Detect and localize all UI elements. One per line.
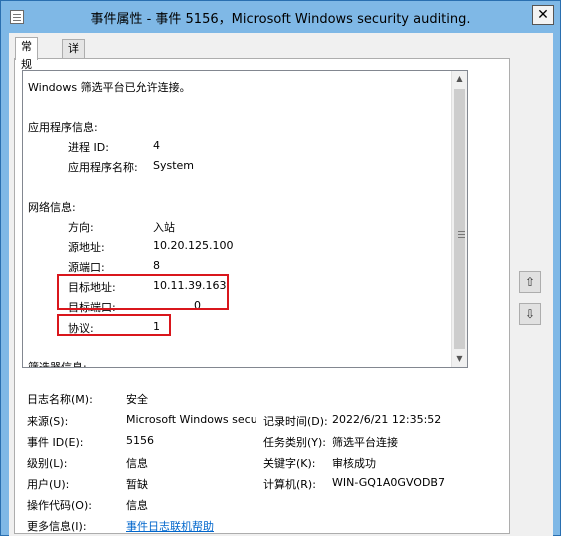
event-id-value: 5156 — [126, 434, 154, 447]
direction-value: 入站 — [153, 221, 175, 234]
tab-details[interactable]: 详细信息 — [62, 39, 85, 109]
close-button[interactable]: ✕ — [532, 5, 554, 25]
keywords-value: 审核成功 — [332, 457, 376, 470]
event-properties-window: 事件属性 - 事件 5156，Microsoft Windows securit… — [0, 0, 561, 536]
filter-info-header: 筛选器信息: — [28, 361, 87, 368]
computer-value: WIN-GQ1A0GVODB7 — [332, 476, 445, 489]
highlight-destination-box — [57, 274, 229, 310]
logged-value: 2022/6/21 12:35:52 — [332, 413, 442, 426]
log-name-label: 日志名称(M): — [27, 393, 93, 406]
online-help-link[interactable]: 事件日志联机帮助 — [126, 518, 214, 534]
opcode-value: 信息 — [126, 499, 148, 512]
source-label: 来源(S): — [27, 415, 69, 428]
scroll-down-icon[interactable]: ▼ — [452, 351, 467, 367]
app-name-value: System — [153, 159, 195, 172]
tab-general[interactable]: 常规 — [15, 37, 38, 71]
process-id-label: 进程 ID: — [68, 141, 109, 154]
direction-label: 方向: — [68, 221, 94, 234]
source-address-value: 10.20.125.100 — [153, 239, 234, 252]
highlight-protocol-box — [57, 314, 171, 336]
process-id-value: 4 — [153, 139, 160, 152]
scroll-grip-icon — [458, 231, 465, 238]
previous-event-button[interactable]: ⇧ — [519, 271, 541, 293]
level-value: 信息 — [126, 457, 148, 470]
app-name-label: 应用程序名称: — [68, 161, 138, 174]
computer-label: 计算机(R): — [263, 478, 316, 491]
event-id-label: 事件 ID(E): — [27, 436, 84, 449]
user-value: 暂缺 — [126, 478, 148, 491]
source-value: Microsoft Windows secur — [126, 413, 256, 426]
event-description-box[interactable]: Windows 筛选平台已允许连接。 应用程序信息: 进程 ID: 4 应用程序… — [22, 70, 468, 368]
keywords-label: 关键字(K): — [263, 457, 316, 470]
level-label: 级别(L): — [27, 457, 68, 470]
description-scrollbar[interactable]: ▲ ▼ — [451, 71, 467, 367]
app-info-header: 应用程序信息: — [28, 121, 98, 134]
task-category-value: 筛选平台连接 — [332, 436, 398, 449]
more-info-label: 更多信息(I): — [27, 520, 87, 533]
network-info-header: 网络信息: — [28, 201, 76, 214]
next-event-button[interactable]: ⇩ — [519, 303, 541, 325]
title-bar[interactable]: 事件属性 - 事件 5156，Microsoft Windows securit… — [1, 1, 560, 33]
source-address-label: 源地址: — [68, 241, 105, 254]
user-label: 用户(U): — [27, 478, 70, 491]
scroll-thumb[interactable] — [454, 89, 465, 349]
task-category-label: 任务类别(Y): — [263, 436, 327, 449]
opcode-label: 操作代码(O): — [27, 499, 92, 512]
dialog-client-area: 常规 详细信息 Windows 筛选平台已允许连接。 应用程序信息: 进程 ID… — [9, 33, 553, 536]
source-port-label: 源端口: — [68, 261, 105, 274]
window-title: 事件属性 - 事件 5156，Microsoft Windows securit… — [90, 12, 471, 27]
log-name-value: 安全 — [126, 393, 148, 406]
source-port-value: 8 — [153, 259, 160, 272]
description-summary: Windows 筛选平台已允许连接。 — [28, 81, 191, 94]
scroll-up-icon[interactable]: ▲ — [452, 71, 467, 87]
logged-label: 记录时间(D): — [263, 415, 328, 428]
